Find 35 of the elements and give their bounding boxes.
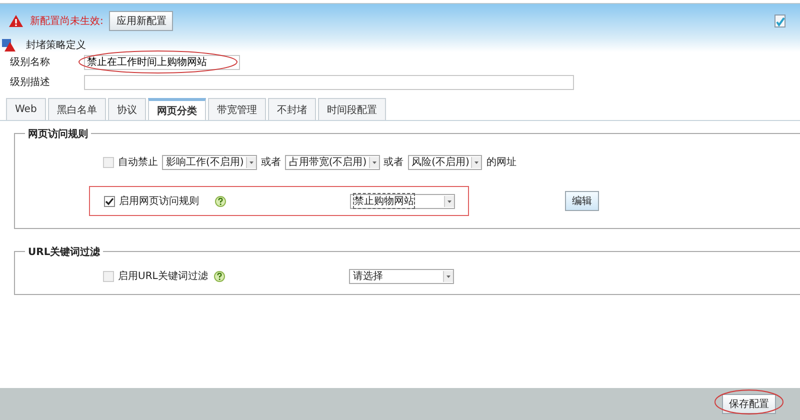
input-field[interactable] xyxy=(84,74,574,90)
connector-text: 或者 xyxy=(384,156,404,169)
checkbox-label: 启用URL关键词过滤 xyxy=(118,270,209,283)
checkbox-label: 启用网页访问规则 xyxy=(119,194,200,208)
tab[interactable]: Web xyxy=(6,98,46,120)
checkbox[interactable] xyxy=(104,196,115,206)
save-config-button[interactable]: 保存配置 xyxy=(722,394,776,414)
apply-config-button[interactable]: 应用新配置 xyxy=(109,11,174,31)
warning-icon xyxy=(8,14,24,28)
tab[interactable]: 带宽管理 xyxy=(208,98,266,120)
notice-message: 新配置尚未生效: xyxy=(30,14,104,28)
dropdown[interactable]: 禁止购物网站 xyxy=(350,194,455,208)
block-policy-icon xyxy=(2,38,16,52)
field-label: 级别名称 xyxy=(10,56,51,69)
connector-text: 或者 xyxy=(260,156,281,169)
caret-icon xyxy=(246,156,256,168)
field-label: 级别描述 xyxy=(10,76,51,89)
checkbox-label: 自动禁止 xyxy=(118,156,158,169)
section-title: URL关键词过滤 xyxy=(25,245,104,259)
tab[interactable]: 黑白名单 xyxy=(48,98,106,120)
connector-text: 的网址 xyxy=(486,156,516,169)
document-check-icon[interactable] xyxy=(774,14,786,28)
caret-icon xyxy=(471,156,482,168)
tab[interactable]: 网页分类 xyxy=(148,98,206,120)
input-field[interactable]: 禁止在工作时间上购物网站 xyxy=(84,54,240,70)
edit-button[interactable]: 编辑 xyxy=(565,191,599,211)
tab[interactable]: 协议 xyxy=(108,98,146,120)
tab[interactable]: 时间段配置 xyxy=(318,98,386,120)
caret-icon xyxy=(443,270,453,282)
help-icon[interactable] xyxy=(215,196,226,206)
caret-icon xyxy=(368,156,379,168)
page-title: 封堵策略定义 xyxy=(26,38,86,52)
section-title: 网页访问规则 xyxy=(25,127,91,141)
tab[interactable]: 不封堵 xyxy=(268,98,316,120)
caret-icon xyxy=(444,196,454,206)
